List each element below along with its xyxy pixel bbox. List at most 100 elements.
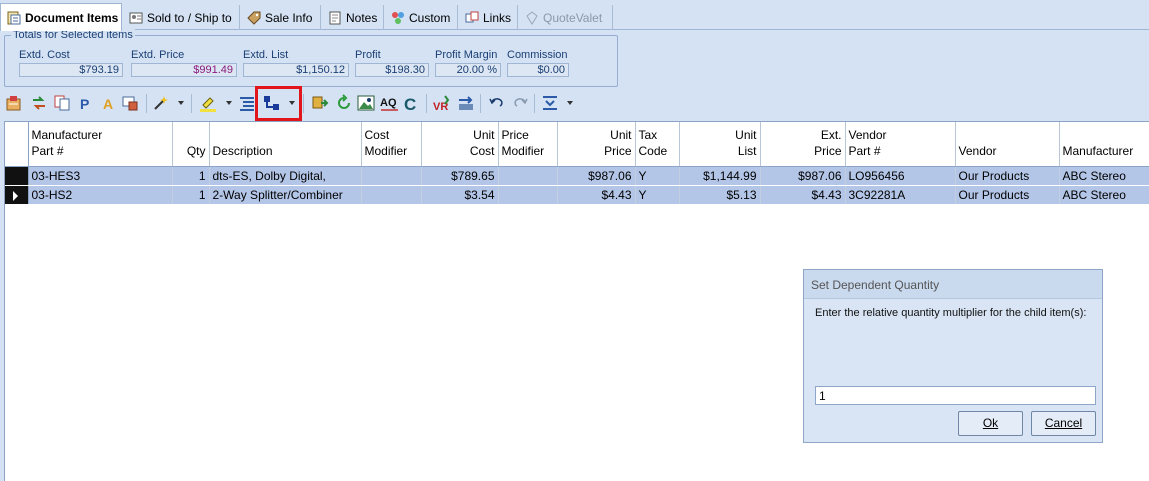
row-parent-marker-icon	[11, 170, 21, 181]
cell-unit-list[interactable]: $5.13	[679, 185, 761, 205]
toolbar-separator	[480, 94, 481, 113]
col-cost-modifier[interactable]: Cost Modifier	[361, 122, 422, 167]
refresh-icon[interactable]	[335, 94, 353, 112]
cell-unit-cost[interactable]: $789.65	[421, 166, 499, 186]
notes-icon	[328, 11, 342, 25]
cell-price-modifier[interactable]	[498, 166, 558, 186]
set-dependent-quantity-dialog: Set Dependent Quantity Enter the relativ…	[803, 269, 1103, 443]
image-icon[interactable]	[357, 94, 375, 112]
quotevalet-icon	[525, 10, 539, 25]
col-unit-price[interactable]: Unit Price	[557, 122, 636, 167]
svg-text:A: A	[103, 96, 113, 112]
undo-icon[interactable]	[488, 94, 506, 112]
cancel-button[interactable]: Cancel	[1031, 411, 1096, 436]
col-manufacturer-part[interactable]: Manufacturer Part #	[28, 122, 173, 167]
transfer-icon[interactable]	[457, 94, 475, 112]
magic-wand-dropdown-icon[interactable]	[178, 101, 184, 105]
cell-ext-price[interactable]: $987.06	[760, 166, 846, 186]
cell-vendor-part[interactable]: 3C92281A	[845, 185, 956, 205]
cell-description[interactable]: dts-ES, Dolby Digital,	[209, 166, 362, 186]
table-row[interactable]: 03-HS2 1 2-Way Splitter/Combiner $3.54 $…	[5, 185, 1149, 205]
copy-icon[interactable]	[53, 94, 71, 112]
row-indicator-header	[5, 122, 29, 167]
collapse-icon[interactable]	[541, 94, 559, 112]
cell-unit-price[interactable]: $4.43	[557, 185, 636, 205]
cell-unit-price[interactable]: $987.06	[557, 166, 636, 186]
redo-icon[interactable]	[511, 94, 529, 112]
highlight-dropdown-icon[interactable]	[226, 101, 232, 105]
vr-icon[interactable]: VR	[433, 94, 451, 113]
toolbar: P A AQ C VR	[0, 91, 1149, 117]
insert-icon[interactable]	[311, 94, 329, 112]
col-manufacturer[interactable]: Manufacturer	[1059, 122, 1149, 167]
svg-text:AQ: AQ	[380, 97, 397, 109]
col-ext-price[interactable]: Ext. Price	[760, 122, 846, 167]
table-row[interactable]: 03-HES3 1 dts-ES, Dolby Digital, $789.65…	[5, 166, 1149, 186]
cell-qty[interactable]: 1	[172, 185, 210, 205]
toolbar-separator	[191, 94, 192, 113]
totals-group: Totals for Selected items Extd. Cost $79…	[4, 29, 618, 87]
col-price-modifier[interactable]: Price Modifier	[498, 122, 558, 167]
tab-links[interactable]: Links	[459, 5, 518, 30]
tab-custom[interactable]: Custom	[385, 5, 458, 30]
cell-price-modifier[interactable]	[498, 185, 558, 205]
document-items-icon	[7, 11, 21, 25]
cell-vendor[interactable]: Our Products	[955, 185, 1060, 205]
tab-sale-info[interactable]: Sale Info	[241, 5, 321, 30]
tag-icon	[247, 11, 261, 25]
items-table: Manufacturer Part # Qty Description Cost…	[5, 122, 1149, 205]
ok-button[interactable]: Ok	[958, 411, 1023, 436]
cell-description[interactable]: 2-Way Splitter/Combiner	[209, 185, 362, 205]
svg-text:P: P	[80, 96, 89, 112]
collapse-dropdown-icon[interactable]	[567, 101, 573, 105]
row-indicator[interactable]	[5, 166, 29, 186]
col-description[interactable]: Description	[209, 122, 362, 167]
col-unit-list[interactable]: Unit List	[679, 122, 761, 167]
c-icon[interactable]: C	[403, 94, 421, 114]
total-commission: Commission $0.00	[507, 49, 569, 77]
cell-manufacturer[interactable]: ABC Stereo	[1059, 185, 1149, 205]
col-qty[interactable]: Qty	[172, 122, 210, 167]
col-unit-cost[interactable]: Unit Cost	[421, 122, 499, 167]
toolbar-separator	[303, 94, 304, 113]
highlight-icon[interactable]	[199, 94, 217, 112]
cell-manufacturer[interactable]: ABC Stereo	[1059, 166, 1149, 186]
cell-tax-code[interactable]: Y	[635, 185, 680, 205]
cell-ext-price[interactable]: $4.43	[760, 185, 846, 205]
quantity-multiplier-input[interactable]	[815, 386, 1096, 405]
col-tax-code[interactable]: Tax Code	[635, 122, 680, 167]
row-indicator[interactable]	[5, 185, 29, 205]
col-vendor[interactable]: Vendor	[955, 122, 1060, 167]
cell-unit-cost[interactable]: $3.54	[421, 185, 499, 205]
links-icon	[465, 11, 479, 25]
a-icon[interactable]: A	[100, 94, 118, 112]
total-profit: Profit $198.30	[355, 49, 429, 77]
highlight-box	[255, 86, 302, 121]
tab-sold-to-ship-to[interactable]: Sold to / Ship to	[123, 5, 240, 30]
tab-quotevalet[interactable]: QuoteValet	[519, 5, 613, 30]
cell-qty[interactable]: 1	[172, 166, 210, 186]
dialog-message: Enter the relative quantity multiplier f…	[815, 307, 1087, 319]
p-icon[interactable]: P	[77, 94, 95, 112]
cell-manufacturer-part[interactable]: 03-HES3	[28, 166, 173, 186]
cell-cost-modifier[interactable]	[361, 185, 422, 205]
dialog-title[interactable]: Set Dependent Quantity	[804, 270, 1102, 299]
tab-notes[interactable]: Notes	[322, 5, 384, 30]
indent-list-icon[interactable]	[238, 94, 256, 112]
col-vendor-part[interactable]: Vendor Part #	[845, 122, 956, 167]
cell-vendor-part[interactable]: LO956456	[845, 166, 956, 186]
cell-manufacturer-part[interactable]: 03-HS2	[28, 185, 173, 205]
add-items-icon[interactable]	[5, 94, 23, 112]
spellcheck-icon[interactable]: AQ	[380, 94, 400, 112]
total-extd-list: Extd. List $1,150.12	[243, 49, 349, 77]
tag-filter-icon[interactable]	[121, 94, 139, 112]
cell-tax-code[interactable]: Y	[635, 166, 680, 186]
cell-vendor[interactable]: Our Products	[955, 166, 1060, 186]
cell-unit-list[interactable]: $1,144.99	[679, 166, 761, 186]
tab-document-items[interactable]: Document Items	[0, 3, 122, 31]
toolbar-separator	[146, 94, 147, 113]
tab-bar: Document Items Sold to / Ship to Sale In…	[0, 0, 1149, 31]
swap-icon[interactable]	[30, 94, 48, 112]
magic-wand-icon[interactable]	[152, 94, 170, 112]
cell-cost-modifier[interactable]	[361, 166, 422, 186]
